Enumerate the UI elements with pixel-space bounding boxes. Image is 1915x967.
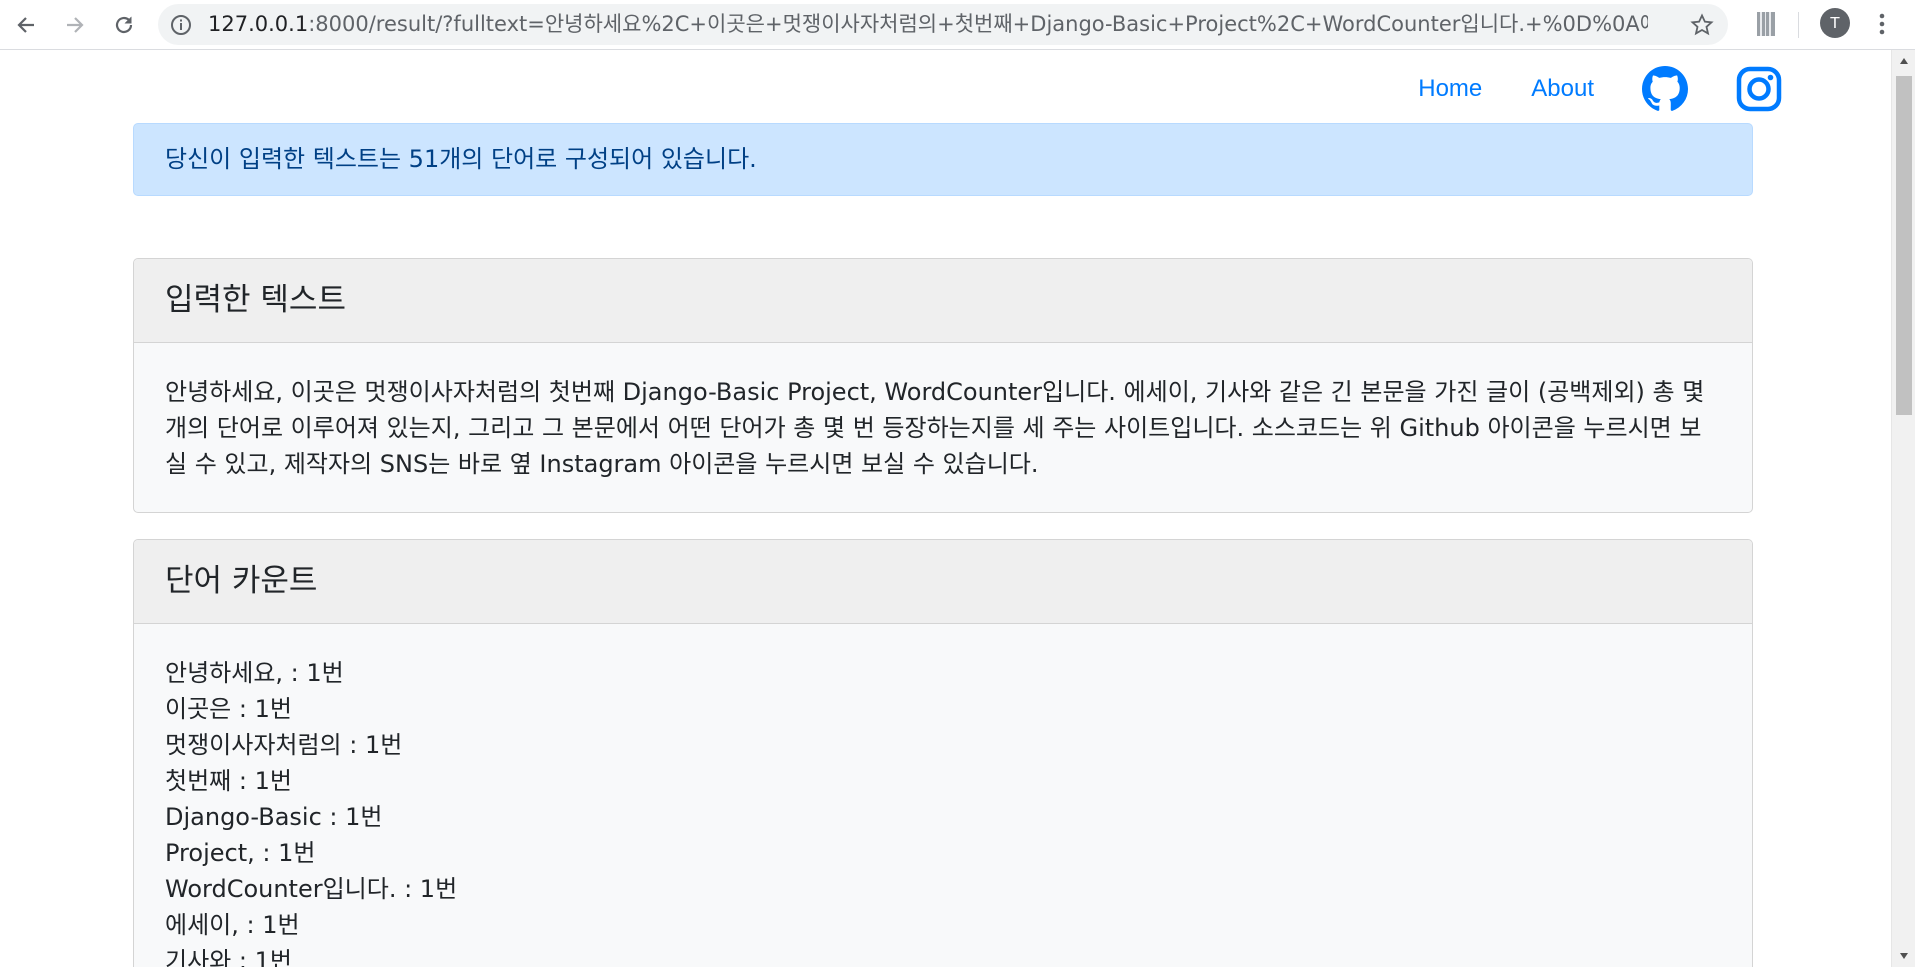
url-text[interactable]: 127.0.0.1:8000/result/?fulltext=안녕하세요%2C… bbox=[208, 4, 1648, 45]
info-icon[interactable] bbox=[170, 14, 192, 36]
address-bar[interactable]: 127.0.0.1:8000/result/?fulltext=안녕하세요%2C… bbox=[158, 4, 1728, 45]
word-count-row: 기사와 : 1번 bbox=[165, 947, 292, 967]
github-icon[interactable] bbox=[1642, 66, 1688, 112]
word-count-row: 에세이, : 1번 bbox=[165, 911, 300, 939]
back-button[interactable] bbox=[8, 7, 44, 43]
word-count-alert: 당신이 입력한 텍스트는 51개의 단어로 구성되어 있습니다. bbox=[133, 123, 1753, 196]
scrollbar-thumb[interactable] bbox=[1896, 76, 1912, 415]
nav-home-link[interactable]: Home bbox=[1418, 75, 1482, 103]
extension-icon[interactable] bbox=[1756, 11, 1776, 37]
word-count-row: WordCounter입니다. : 1번 bbox=[165, 875, 458, 903]
word-count-row: 이곳은 : 1번 bbox=[165, 695, 292, 723]
main-content: 당신이 입력한 텍스트는 51개의 단어로 구성되어 있습니다. 입력한 텍스트… bbox=[133, 123, 1753, 967]
input-text-body: 안녕하세요, 이곳은 멋쟁이사자처럼의 첫번째 Django-Basic Pro… bbox=[165, 378, 1705, 478]
nav-about-link[interactable]: About bbox=[1531, 75, 1594, 103]
back-arrow-icon bbox=[17, 17, 34, 33]
forward-button[interactable] bbox=[57, 7, 93, 43]
reload-icon bbox=[115, 16, 133, 34]
profile-avatar[interactable]: T bbox=[1820, 8, 1850, 38]
word-count-row: Django-Basic : 1번 bbox=[165, 803, 383, 831]
bookmark-star-icon[interactable] bbox=[1690, 13, 1714, 37]
forward-arrow-icon bbox=[67, 17, 84, 33]
instagram-icon[interactable] bbox=[1736, 66, 1782, 112]
browser-toolbar: 127.0.0.1:8000/result/?fulltext=안녕하세요%2C… bbox=[0, 0, 1915, 50]
page-viewport: Home About 당신이 입력한 텍스트는 51개의 단어로 구성되어 있습… bbox=[0, 50, 1891, 967]
toolbar-divider bbox=[1798, 12, 1799, 38]
word-count-row: Project, : 1번 bbox=[165, 839, 316, 867]
input-text-card: 입력한 텍스트 안녕하세요, 이곳은 멋쟁이사자처럼의 첫번째 Django-B… bbox=[133, 258, 1753, 513]
reload-button[interactable] bbox=[106, 7, 142, 43]
word-count-row: 안녕하세요, : 1번 bbox=[165, 659, 344, 687]
word-count-card: 단어 카운트 안녕하세요, : 1번 이곳은 : 1번 멋쟁이사자처럼의 : 1… bbox=[133, 539, 1753, 967]
word-count-list: 안녕하세요, : 1번 이곳은 : 1번 멋쟁이사자처럼의 : 1번 첫번째 :… bbox=[134, 624, 1752, 967]
top-navigation: Home About bbox=[1369, 60, 1782, 118]
url-path: :8000/result/?fulltext=안녕하세요%2C+이곳은+멋쟁이사… bbox=[308, 12, 1648, 36]
scroll-up-arrow-icon[interactable] bbox=[1898, 56, 1910, 66]
word-count-row: 멋쟁이사자처럼의 : 1번 bbox=[165, 731, 403, 759]
scroll-down-arrow-icon[interactable] bbox=[1898, 951, 1910, 961]
more-menu-icon[interactable] bbox=[1872, 10, 1892, 38]
input-text-card-title: 입력한 텍스트 bbox=[134, 259, 1752, 343]
word-count-row: 첫번째 : 1번 bbox=[165, 767, 292, 795]
vertical-scrollbar[interactable] bbox=[1891, 50, 1915, 967]
word-count-card-title: 단어 카운트 bbox=[134, 540, 1752, 624]
url-host: 127.0.0.1 bbox=[208, 12, 309, 36]
